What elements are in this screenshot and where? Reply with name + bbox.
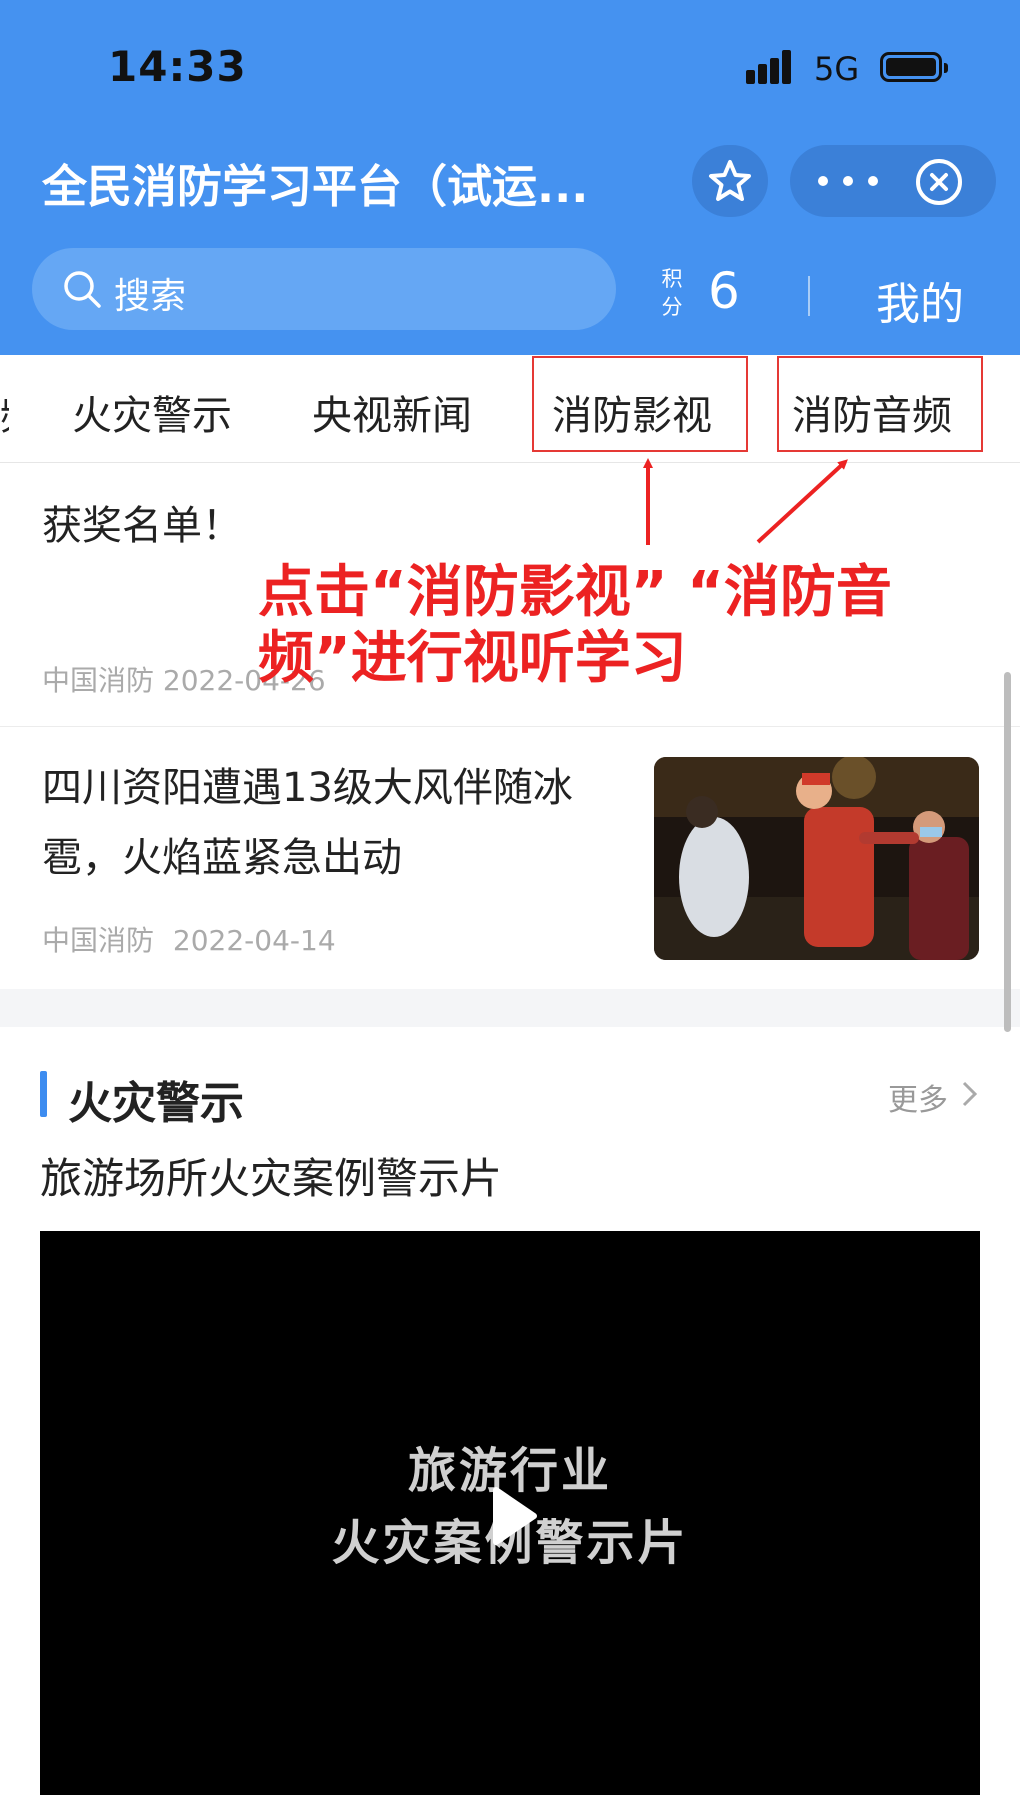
chevron-right-icon[interactable] xyxy=(960,1079,980,1109)
video-player[interactable]: 旅游行业 火灾案例警示片 xyxy=(40,1231,980,1795)
play-icon[interactable] xyxy=(488,1486,538,1546)
annotation-text: 点击“消防影视” “消防音频”进行视听学习 xyxy=(258,560,892,691)
section-accent-bar xyxy=(40,1071,47,1117)
news-date: 2022-04-14 xyxy=(172,924,336,957)
news-item[interactable]: 四川资阳遭遇13级大风伴随冰雹，火焰蓝紧急出动 中国消防 2022-04-14 xyxy=(0,727,1020,989)
more-link[interactable]: 更多 xyxy=(888,1075,948,1119)
news-thumbnail[interactable] xyxy=(654,757,979,960)
section-item-title[interactable]: 旅游场所火灾案例警示片 xyxy=(40,1145,502,1206)
news-title: 四川资阳遭遇13级大风伴随冰雹，火焰蓝紧急出动 xyxy=(42,765,573,881)
section-title: 火灾警示 xyxy=(68,1078,244,1129)
news-meta: 中国消防 2022-04-14 xyxy=(42,919,336,959)
fire-warning-section: 火灾警示 更多 旅游场所火灾案例警示片 旅游行业 火灾案例警示片 xyxy=(0,1027,1020,1795)
news-source: 中国消防 xyxy=(42,924,155,957)
